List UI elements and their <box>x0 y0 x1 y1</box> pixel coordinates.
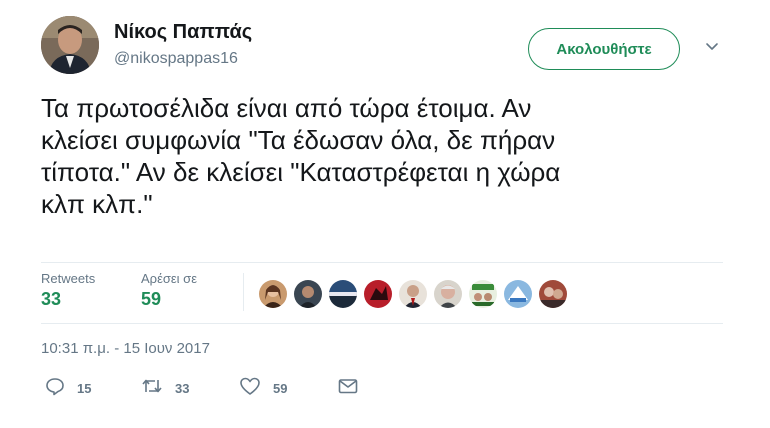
liker-avatar[interactable] <box>364 280 392 308</box>
likes-value: 59 <box>141 289 162 309</box>
tweet-text: Τα πρωτοσέλιδα είναι από τώρα έτοιμα. Αν… <box>41 93 561 219</box>
tweet-stats: Retweets 33 Αρέσει σε 59 <box>41 262 723 324</box>
heart-icon <box>239 376 261 401</box>
retweet-icon <box>141 376 163 401</box>
liker-avatar[interactable] <box>469 280 497 308</box>
direct-message-button[interactable] <box>337 376 359 401</box>
tweet-timestamp[interactable]: 10:31 π.μ. - 15 Ιουν 2017 <box>41 340 210 357</box>
envelope-icon <box>337 376 359 401</box>
liker-avatar[interactable] <box>399 280 427 308</box>
like-button[interactable]: 59 <box>239 376 287 401</box>
liker-avatar[interactable] <box>434 280 462 308</box>
liker-avatar[interactable] <box>504 280 532 308</box>
likes-stat[interactable]: Αρέσει σε 59 <box>141 271 197 310</box>
chevron-down-icon[interactable] <box>705 40 719 54</box>
like-count: 59 <box>273 381 288 396</box>
likes-label: Αρέσει σε <box>141 271 197 286</box>
retweets-value: 33 <box>41 289 62 309</box>
retweets-stat[interactable]: Retweets 33 <box>41 271 95 310</box>
reply-count: 15 <box>77 381 92 396</box>
stats-divider <box>243 273 244 311</box>
retweet-button[interactable]: 33 <box>141 376 189 401</box>
retweets-label: Retweets <box>41 271 96 286</box>
avatar[interactable] <box>41 16 99 74</box>
liker-avatar[interactable] <box>294 280 322 308</box>
liker-avatar[interactable] <box>259 280 287 308</box>
user-handle[interactable]: @nikospappas16 <box>114 50 238 68</box>
liker-avatar[interactable] <box>539 280 567 308</box>
follow-button[interactable]: Ακολουθήστε <box>528 28 680 70</box>
reply-button[interactable]: 15 <box>45 376 91 401</box>
tweet-actions: 15 33 59 <box>41 376 441 400</box>
reply-icon <box>45 376 65 401</box>
liker-avatar[interactable] <box>329 280 357 308</box>
user-name[interactable]: Νίκος Παππάς <box>114 21 252 44</box>
retweet-count: 33 <box>175 381 190 396</box>
